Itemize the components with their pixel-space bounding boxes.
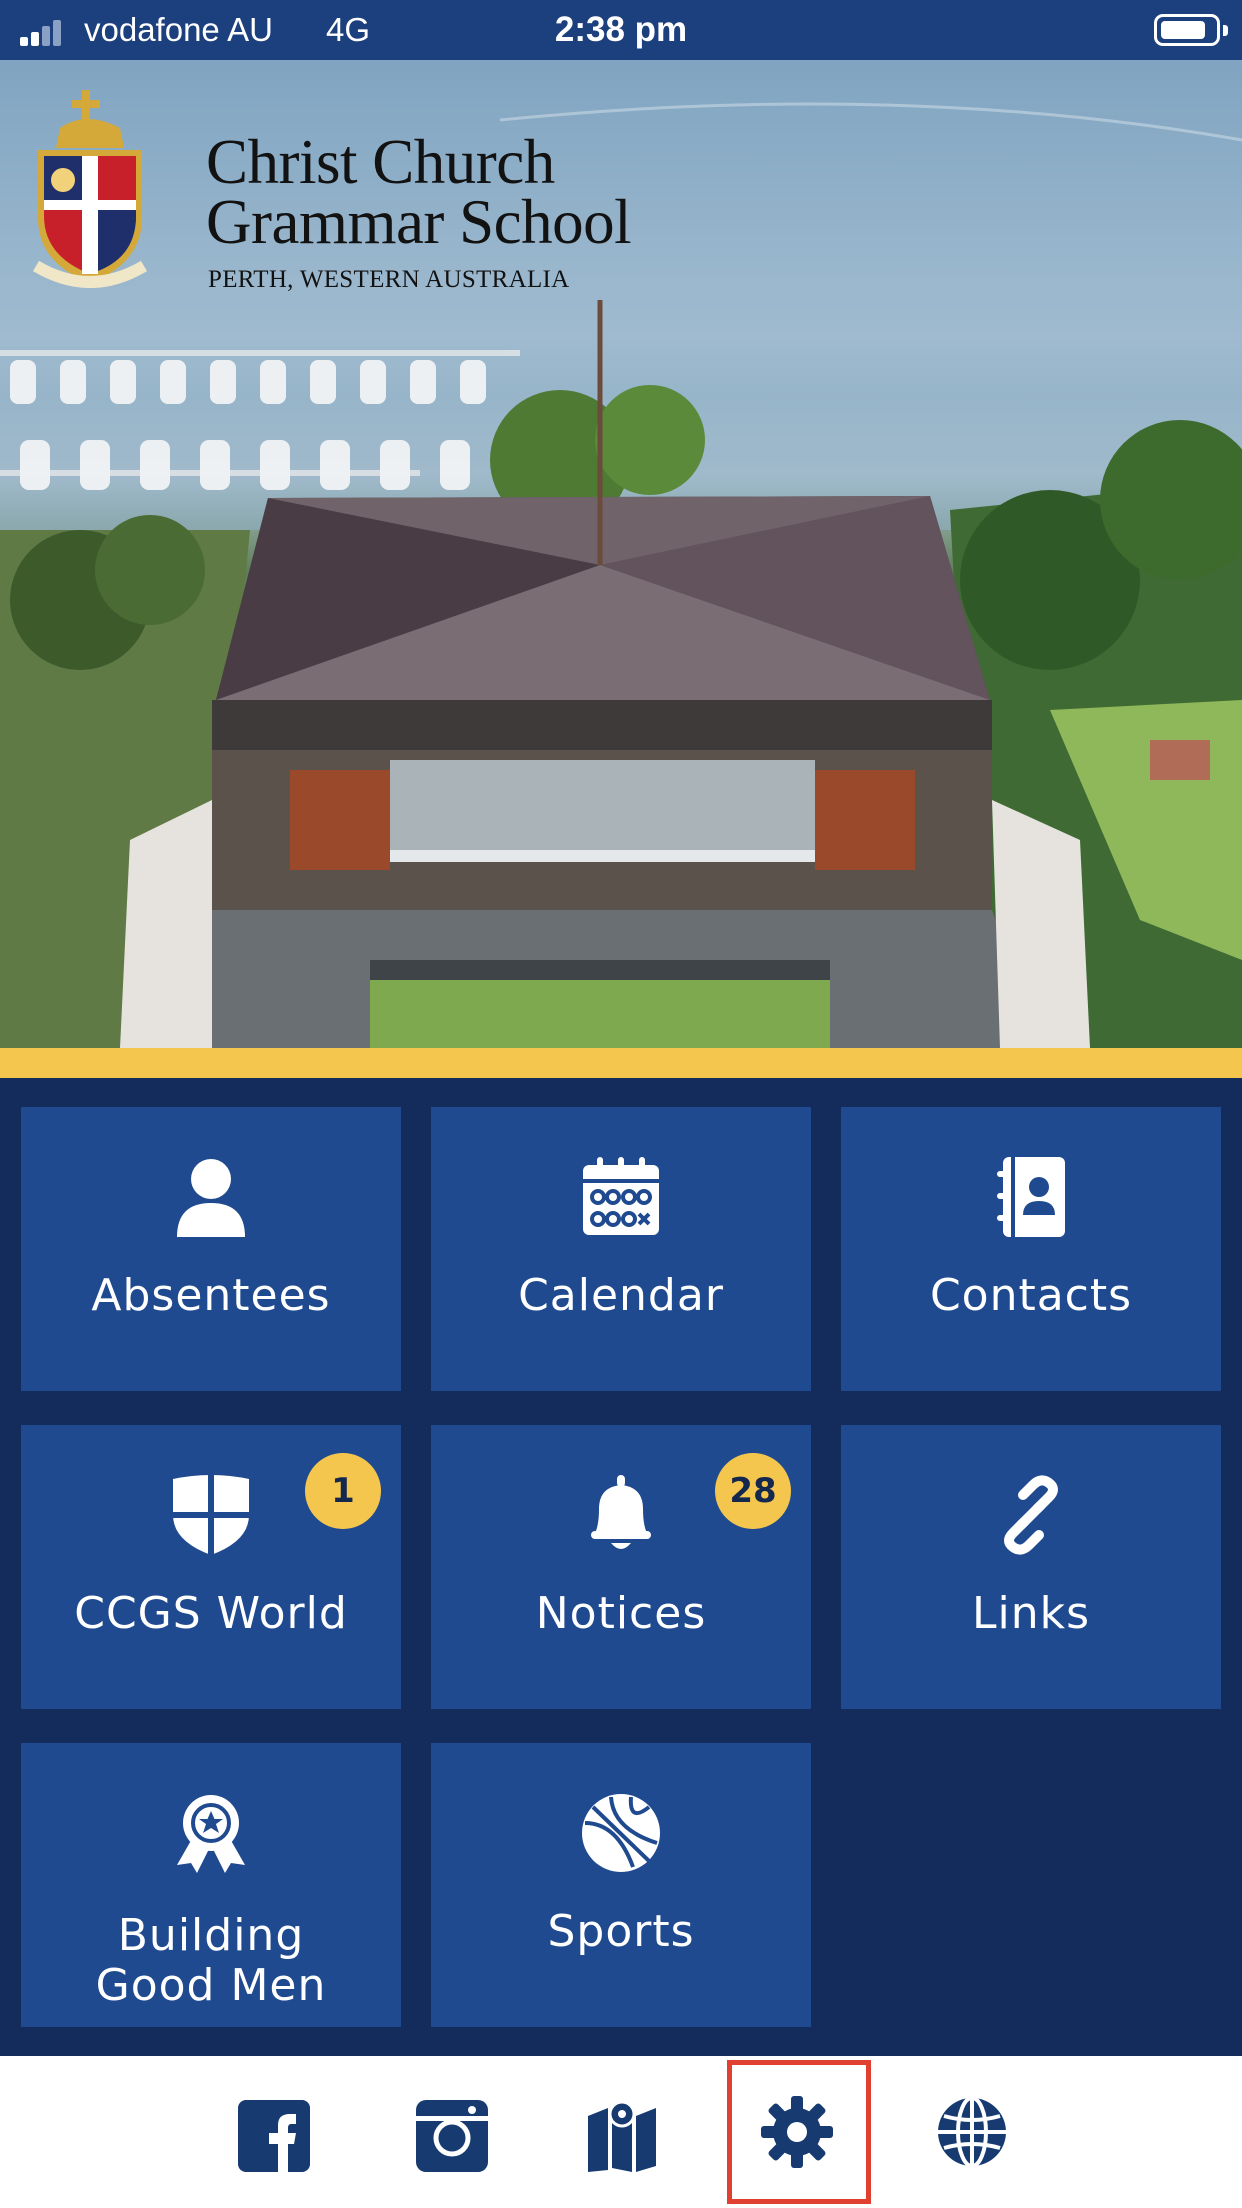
tile-sports-label: Sports bbox=[547, 1906, 695, 1957]
battery-icon bbox=[1154, 14, 1228, 46]
status-time: 2:38 pm bbox=[554, 10, 688, 49]
award-ribbon-icon bbox=[177, 1795, 245, 1873]
tile-links[interactable]: Links bbox=[841, 1425, 1221, 1709]
tile-absentees[interactable]: Absentees bbox=[21, 1107, 401, 1391]
school-location: PERTH, WESTERN AUSTRALIA bbox=[208, 266, 570, 293]
tile-building-good-men-label: Building Good Men bbox=[21, 1911, 401, 2011]
globe-icon[interactable] bbox=[936, 2096, 1008, 2168]
calendar-icon bbox=[583, 1157, 659, 1235]
tile-links-label: Links bbox=[971, 1588, 1091, 1639]
instagram-icon[interactable] bbox=[416, 2100, 488, 2172]
tile-sports[interactable]: Sports bbox=[431, 1743, 811, 2027]
tile-notices-label: Notices bbox=[535, 1588, 707, 1639]
shield-icon bbox=[171, 1475, 251, 1555]
ccgs-world-badge: 1 bbox=[305, 1453, 381, 1529]
tile-building-good-men-label-line-1: Building bbox=[117, 1910, 305, 1961]
tile-contacts[interactable]: Contacts bbox=[841, 1107, 1221, 1391]
tile-absentees-label: Absentees bbox=[91, 1270, 331, 1321]
tile-ccgs-world-label: CCGS World bbox=[74, 1588, 348, 1639]
tile-calendar[interactable]: Calendar bbox=[431, 1107, 811, 1391]
tile-calendar-label: Calendar bbox=[518, 1270, 724, 1321]
facebook-icon[interactable] bbox=[238, 2100, 310, 2172]
tile-building-good-men-label-line-2: Good Men bbox=[95, 1960, 327, 2011]
tile-contacts-label: Contacts bbox=[929, 1270, 1133, 1321]
basketball-icon bbox=[582, 1794, 660, 1872]
tile-ccgs-world[interactable]: 1 CCGS World bbox=[21, 1425, 401, 1709]
bell-icon bbox=[591, 1475, 651, 1549]
person-icon bbox=[177, 1159, 245, 1237]
address-book-icon bbox=[997, 1157, 1065, 1237]
notices-badge: 28 bbox=[715, 1453, 791, 1529]
tile-building-good-men[interactable]: Building Good Men bbox=[21, 1743, 401, 2027]
hero-banner: Christ Church Grammar School PERTH, WEST… bbox=[0, 60, 1242, 1048]
link-icon bbox=[1004, 1475, 1058, 1555]
status-bar: vodafone AU 4G 2:38 pm bbox=[0, 0, 1242, 60]
school-crest-logo bbox=[32, 90, 148, 288]
accent-divider bbox=[0, 1048, 1242, 1078]
selection-highlight bbox=[727, 2060, 871, 2204]
school-name: Christ Church Grammar School bbox=[206, 127, 632, 257]
map-icon[interactable] bbox=[586, 2100, 658, 2172]
school-name-line-1: Christ Church bbox=[206, 127, 555, 197]
tile-notices[interactable]: 28 Notices bbox=[431, 1425, 811, 1709]
school-name-line-2: Grammar School bbox=[206, 187, 632, 257]
